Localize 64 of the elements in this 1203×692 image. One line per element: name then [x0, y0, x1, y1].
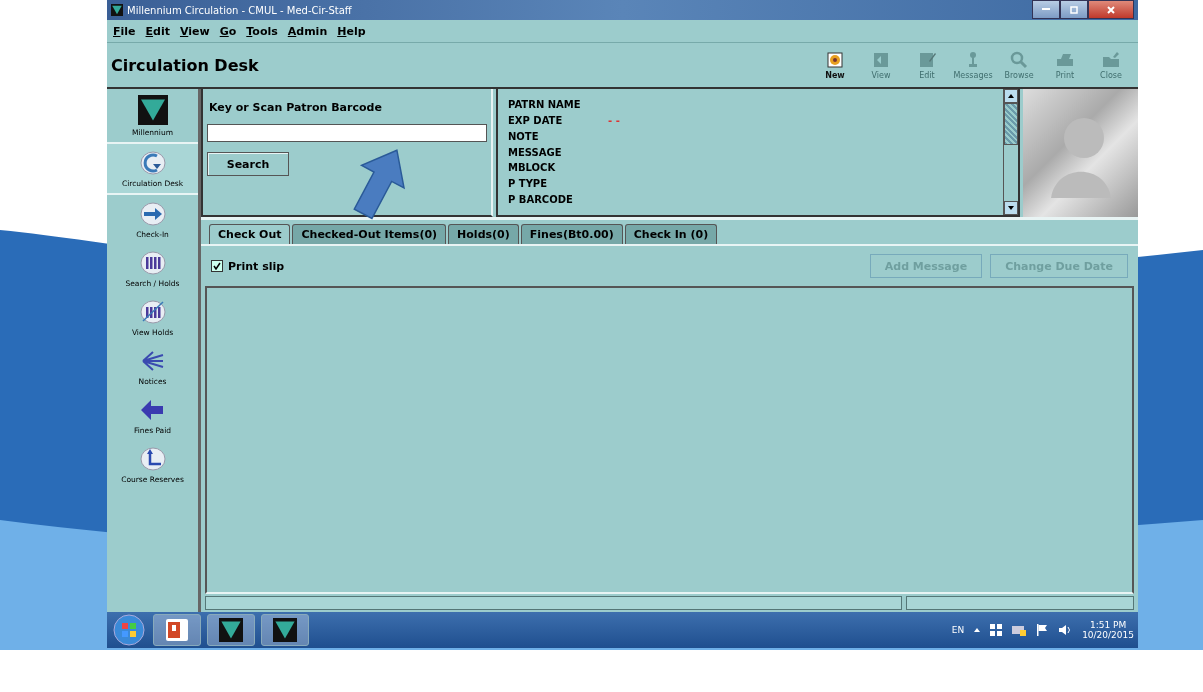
toolbar-button[interactable]: New — [812, 45, 858, 85]
language-indicator[interactable]: EN — [951, 625, 965, 635]
menu-item[interactable]: Tools — [246, 24, 278, 38]
tab[interactable]: Fines(Bt0.00) — [520, 224, 623, 244]
close-icon — [1107, 5, 1115, 14]
tab[interactable]: Check Out — [209, 224, 291, 244]
search-button[interactable]: Search — [207, 152, 289, 176]
clock-time: 1:51 PM — [1089, 620, 1127, 630]
field-label: P TYPE — [508, 177, 549, 189]
minimize-icon — [1042, 8, 1050, 11]
menu-item[interactable]: View — [179, 24, 210, 38]
checkbox-icon — [211, 260, 223, 272]
scroll-up-button[interactable] — [1004, 89, 1018, 103]
field-value: - - — [608, 115, 620, 127]
scroll-down-button[interactable] — [1004, 201, 1018, 215]
field-label: MBLOCK — [508, 162, 557, 174]
bars-icon — [138, 250, 167, 276]
search-icon — [1009, 50, 1029, 69]
minimize-button[interactable] — [1032, 0, 1060, 19]
windows-flag-icon[interactable] — [990, 624, 1003, 636]
up-arrow-icon — [1008, 94, 1014, 98]
maximize-button[interactable] — [1060, 0, 1088, 19]
millennium-logo-icon — [273, 618, 297, 642]
flag-icon[interactable] — [1036, 624, 1049, 636]
taskbar-app-button[interactable] — [153, 614, 201, 646]
field-label: P BARCODE — [508, 193, 574, 205]
millennium-logo-icon — [111, 4, 123, 16]
menu-item[interactable]: Admin — [287, 24, 328, 38]
taskbar-app-button[interactable] — [207, 614, 255, 646]
scroll-thumb[interactable] — [1004, 103, 1018, 145]
millennium-logo-icon — [219, 618, 243, 642]
menu-item[interactable]: Go — [219, 24, 237, 38]
clock[interactable]: 1:51 PM 10/20/2015 — [1082, 620, 1134, 640]
field-label: EXP DATE — [508, 115, 564, 127]
maximize-icon — [1070, 5, 1078, 14]
tab[interactable]: Holds(0) — [448, 224, 519, 244]
bars-arrow-icon — [138, 299, 167, 325]
down-arrow-icon — [1008, 206, 1014, 210]
millennium-logo-icon — [137, 95, 168, 125]
print-slip-checkbox[interactable]: Print slip — [211, 259, 285, 273]
menu-item[interactable]: Edit — [145, 24, 170, 38]
field-label: NOTE — [508, 130, 540, 142]
menu-item[interactable]: Help — [337, 24, 366, 38]
new-record-icon — [825, 50, 845, 69]
close-button[interactable] — [1088, 0, 1134, 19]
tab[interactable]: Checked-Out Items(0) — [292, 224, 447, 244]
start-button[interactable] — [111, 614, 147, 646]
checkbox-label: Print slip — [228, 259, 285, 273]
menu-item[interactable]: File — [113, 24, 136, 38]
page-title: Circulation Desk — [111, 55, 259, 75]
up-arrow-icon[interactable] — [974, 628, 981, 632]
field-label: MESSAGE — [508, 146, 563, 158]
field-label: PATRN NAME — [508, 99, 582, 111]
window-title: Millennium Circulation - CMUL - Med-Cir-Staff — [127, 4, 352, 16]
tab[interactable]: Check In (0) — [624, 224, 718, 244]
taskbar-app-button[interactable] — [261, 614, 309, 646]
barcode-label: Key or Scan Patron Barcode — [209, 101, 383, 114]
folder-icon — [1101, 50, 1121, 69]
speaker-icon[interactable] — [1058, 624, 1073, 636]
presentation-app-icon — [166, 619, 188, 641]
edit-document-icon — [917, 50, 937, 69]
clock-date: 10/20/2015 — [1082, 630, 1134, 640]
barcode-input-field[interactable] — [207, 124, 487, 142]
view-record-icon — [871, 50, 891, 69]
